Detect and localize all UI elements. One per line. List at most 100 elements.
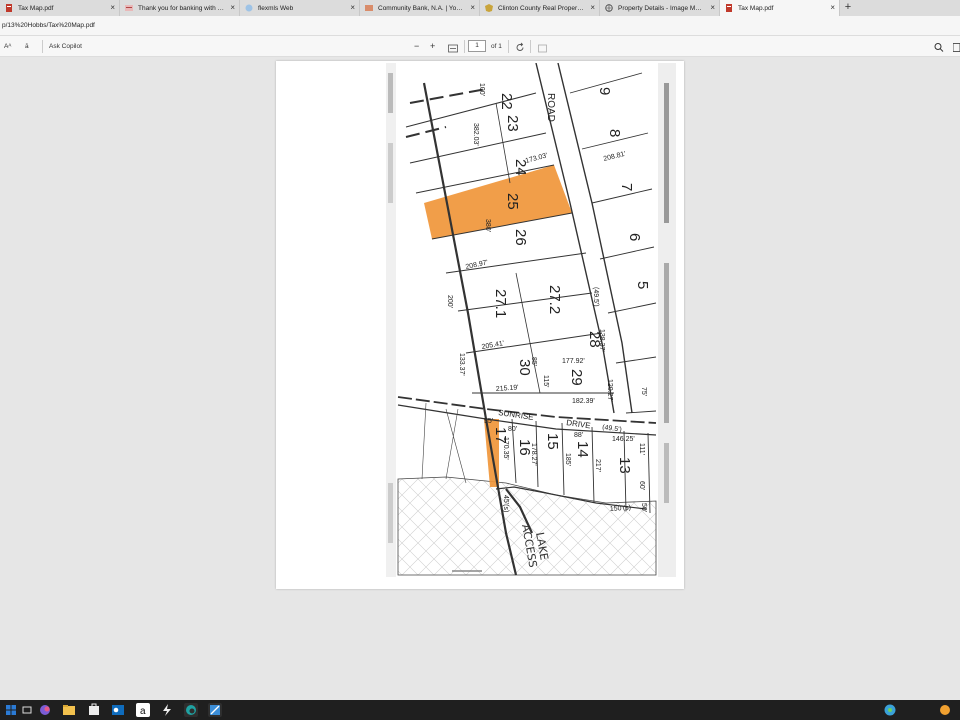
more-icon[interactable] <box>953 41 960 54</box>
dimension-label: 80' <box>508 426 517 433</box>
task-view-icon[interactable] <box>20 703 34 717</box>
maps-icon[interactable] <box>883 703 897 717</box>
lot-number: 6 <box>626 233 643 241</box>
svg-text:a: a <box>140 706 146 717</box>
close-tab-icon[interactable]: × <box>590 3 595 13</box>
county-seal-icon <box>485 4 493 12</box>
amazon-icon[interactable]: a <box>136 703 150 717</box>
tab-property-details[interactable]: Property Details - Image Mate O × <box>600 0 720 16</box>
dimension-label: 115' <box>542 375 549 388</box>
close-tab-icon[interactable]: × <box>470 3 475 13</box>
dimension-label: 111' <box>638 443 645 455</box>
tab-bank-thanks[interactable]: Thank you for banking with us. | C × <box>120 0 240 16</box>
dimension-label: 200' <box>446 295 453 308</box>
lot-number: 26 <box>512 229 529 246</box>
lot-number: 27.1 <box>492 289 509 318</box>
tab-tax-map-active[interactable]: Tax Map.pdf × <box>720 0 840 16</box>
fit-page-icon[interactable] <box>448 42 458 55</box>
close-tab-icon[interactable]: × <box>110 3 115 13</box>
dimension-label: 170.35' <box>502 437 509 460</box>
close-tab-icon[interactable]: × <box>350 3 355 13</box>
tab-label: flexmls Web <box>258 4 294 12</box>
new-tab-button[interactable]: + <box>840 0 856 16</box>
dimension-label: 177.92' <box>562 358 585 365</box>
lightning-icon[interactable] <box>160 703 174 717</box>
dimension-label: 100' <box>478 83 485 96</box>
page-count: of 1 <box>491 43 502 50</box>
lot-number: 23 <box>504 115 521 132</box>
zoom-in-button[interactable]: + <box>430 40 435 53</box>
pdf-icon <box>726 4 732 12</box>
dimension-label: 138.37' <box>598 329 605 352</box>
dimension-label: 55' <box>484 418 493 425</box>
dimension-label: 182.39' <box>572 398 595 405</box>
close-tab-icon[interactable]: × <box>710 3 715 13</box>
dimension-label: 85' <box>530 357 537 366</box>
tab-label: Tax Map.pdf <box>738 4 774 12</box>
tab-tax-map-1[interactable]: Tax Map.pdf × <box>0 0 120 16</box>
zoom-out-button[interactable]: − <box>414 40 419 53</box>
rotate-icon[interactable] <box>515 41 525 54</box>
tab-clinton-county[interactable]: Clinton County Real Property Offi × <box>480 0 600 16</box>
close-tab-icon[interactable]: × <box>230 3 235 13</box>
lot-number: 7 <box>618 183 635 191</box>
lot-number: 15 <box>544 433 561 450</box>
lot-number: 27.2 <box>546 285 563 314</box>
read-aloud-button[interactable]: Aᴬ <box>4 40 11 53</box>
dimension-label: 217' <box>594 459 601 472</box>
weather-icon[interactable] <box>938 703 952 717</box>
file-explorer-icon[interactable] <box>62 703 76 717</box>
tab-flexmls[interactable]: flexmls Web × <box>240 0 360 16</box>
tab-community-bank[interactable]: Community Bank, N.A. | Your Trus × <box>360 0 480 16</box>
globe-icon <box>605 4 613 12</box>
toolbar-divider <box>530 40 531 53</box>
page-view-icon[interactable] <box>538 42 547 55</box>
flexmls-icon <box>245 4 253 12</box>
dimension-label: 185' <box>564 453 571 466</box>
app-icon[interactable] <box>208 703 222 717</box>
bank-icon <box>365 5 373 11</box>
lot-number: 22 <box>498 93 515 110</box>
ask-copilot-button[interactable]: Ask Copilot <box>49 40 82 53</box>
windows-start-icon[interactable] <box>4 703 18 717</box>
outlook-icon[interactable] <box>111 703 125 717</box>
taskbar: a <box>0 700 960 720</box>
road-label: (49.5') <box>592 287 599 307</box>
road-label: ROAD <box>545 93 556 122</box>
dimension-label: 45'(s) <box>502 495 509 512</box>
tab-label: Clinton County Real Property Offi <box>498 4 594 12</box>
close-tab-icon[interactable]: × <box>830 3 835 13</box>
lot-number: 25 <box>504 193 521 210</box>
edge-icon[interactable] <box>184 703 198 717</box>
tab-label: Community Bank, N.A. | Your Trus <box>378 4 477 12</box>
translate-button[interactable]: ā <box>25 40 29 53</box>
tab-bar: Tax Map.pdf × Thank you for banking with… <box>0 0 960 16</box>
pdf-viewer[interactable]: 22 23 24 25 26 27.1 27.2 28 29 30 9 8 7 … <box>0 57 960 700</box>
lot-number: 5 <box>634 281 651 289</box>
dimension-label: 60' <box>638 481 645 490</box>
dimension-label: 178.27' <box>530 443 537 466</box>
dimension-label: 146.25' <box>612 436 635 443</box>
search-icon[interactable] <box>934 41 944 54</box>
dimension-label: 50' <box>640 503 647 512</box>
page-number-input[interactable]: 1 <box>468 40 486 52</box>
url-text[interactable]: p/13%20Hobbs/Tax%20Map.pdf <box>2 22 95 29</box>
dimension-label: 380' <box>484 219 491 232</box>
tax-map-image: 22 23 24 25 26 27.1 27.2 28 29 30 9 8 7 … <box>386 63 676 577</box>
dimension-label: 88' <box>574 432 583 439</box>
pdf-icon <box>6 4 12 12</box>
dimension-label: 382.03' <box>472 123 479 146</box>
tab-label: Thank you for banking with us. | C <box>138 4 237 12</box>
toolbar-divider <box>508 40 509 53</box>
lot-number: 14 <box>574 441 591 458</box>
lot-number: 8 <box>606 129 623 137</box>
lot-number: 9 <box>596 87 613 95</box>
copilot-icon[interactable] <box>38 703 52 717</box>
tab-label: Tax Map.pdf <box>18 4 54 12</box>
pdf-toolbar: Aᴬ ā Ask Copilot − + 1 of 1 <box>0 36 960 57</box>
dimension-label: 133.37' <box>458 353 465 376</box>
store-icon[interactable] <box>87 703 101 717</box>
lot-number: 13 <box>616 457 633 474</box>
address-bar[interactable]: p/13%20Hobbs/Tax%20Map.pdf <box>0 16 960 36</box>
dimension-label: 75' <box>640 387 647 396</box>
